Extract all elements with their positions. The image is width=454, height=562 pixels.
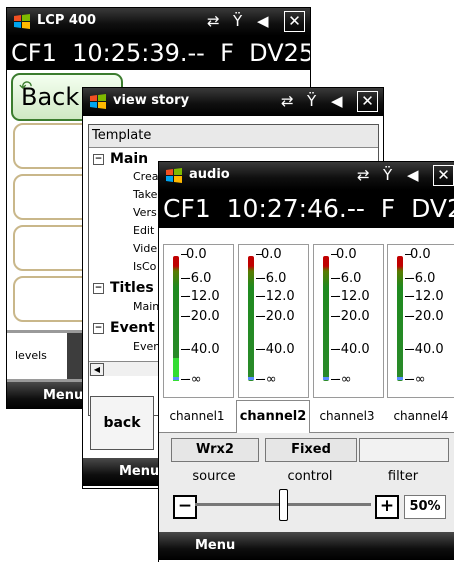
connectivity-icon[interactable]: ⇄ — [281, 92, 294, 110]
channel-tabs: channel1 channel2 channel3 channel4 — [159, 400, 454, 434]
tab-channel3[interactable]: channel3 — [311, 400, 383, 432]
source-label: source — [192, 469, 236, 484]
meter-scale-label: -12.0 — [410, 289, 444, 304]
volume-muted-icon[interactable]: ◀ — [331, 92, 343, 110]
tree-leaf[interactable]: Crea — [133, 170, 158, 183]
connectivity-icon[interactable]: ⇄ — [357, 166, 370, 184]
meter-scale-label: 0.0 — [336, 247, 357, 262]
menu-button[interactable]: Menu — [195, 538, 235, 553]
meter-scale-label: -6.0 — [410, 271, 436, 286]
menu-bar: Menu — [159, 532, 454, 560]
meter-bar — [248, 256, 254, 381]
tree-leaf[interactable]: IsCo — [133, 260, 156, 273]
titlebar: audio ⇄ Ÿ ◀ ✕ — [159, 162, 454, 190]
vu-meter-4: 0.0 -6.0 -12.0 -20.0 -40.0 -∞ — [387, 244, 454, 398]
vu-meter-3: 0.0 -6.0 -12.0 -20.0 -40.0 -∞ — [313, 244, 384, 398]
meter-scale-label: 0.0 — [410, 247, 431, 262]
window-title: LCP 400 — [37, 13, 97, 28]
meter-scale-label: -6.0 — [336, 271, 362, 286]
meter-scale-label: -20.0 — [410, 309, 444, 324]
signal-off-icon[interactable]: Ÿ — [383, 166, 392, 184]
slider-percent: 50% — [404, 495, 446, 519]
collapse-icon[interactable]: − — [93, 283, 104, 294]
close-icon[interactable]: ✕ — [433, 165, 454, 186]
meter-scale-label: -20.0 — [261, 309, 295, 324]
windows-logo-icon — [90, 94, 106, 109]
tree-leaf[interactable]: Even — [133, 340, 160, 353]
back-arrow-icon: ↶ — [19, 77, 33, 96]
control-label: control — [287, 469, 333, 484]
meter-scale-label: -12.0 — [261, 289, 295, 304]
meter-bar — [397, 256, 403, 381]
close-icon[interactable]: ✕ — [284, 11, 305, 32]
back-button[interactable]: back — [90, 396, 154, 450]
tree-group-main[interactable]: − Main — [93, 151, 148, 167]
tree-leaf[interactable]: Edit — [133, 224, 154, 237]
status-line: CF1 10:25:39.-- F DV25 — [7, 36, 310, 70]
level-slider[interactable]: − + — [173, 489, 399, 521]
tree-group-event[interactable]: − Event — [93, 320, 155, 336]
meter-floor-mark — [248, 377, 254, 380]
meter-scale-label: -20.0 — [186, 309, 220, 324]
meter-floor-mark — [173, 377, 179, 380]
close-icon[interactable]: ✕ — [357, 91, 378, 112]
meter-scale-label: -6.0 — [186, 271, 212, 286]
status-line: CF1 10:27:46.-- F DV25 — [159, 190, 454, 228]
source-select[interactable]: Wrx2 — [171, 438, 259, 462]
signal-off-icon[interactable]: Ÿ — [233, 12, 242, 30]
collapse-icon[interactable]: − — [93, 323, 104, 334]
meter-scale-label: -20.0 — [336, 309, 370, 324]
meter-scale-label: -∞ — [410, 372, 426, 387]
vu-meter-1: 0.0 -6.0 -12.0 -20.0 -40.0 -∞ — [163, 244, 234, 398]
tree-leaf[interactable]: Vide — [133, 242, 157, 255]
tab-levels[interactable]: levels — [7, 333, 74, 379]
tree-leaf[interactable]: Vers — [133, 206, 157, 219]
tree-leaf[interactable]: Take — [133, 188, 157, 201]
meter-bar — [323, 256, 329, 381]
meter-scale-label: -∞ — [336, 372, 352, 387]
meter-scale-label: -6.0 — [261, 271, 287, 286]
meter-scale-label: -40.0 — [336, 342, 370, 357]
decrease-button[interactable]: − — [173, 495, 197, 519]
titlebar: view story ⇄ Ÿ ◀ ✕ — [83, 88, 383, 116]
increase-button[interactable]: + — [375, 495, 399, 519]
scroll-left-icon[interactable]: ◀ — [90, 363, 104, 376]
template-header: Template — [89, 125, 378, 148]
meter-scale-label: 0.0 — [261, 247, 282, 262]
menu-button[interactable]: Menu — [43, 388, 83, 403]
channel-panel: Wrx2 Fixed source control filter − + 50% — [159, 433, 454, 541]
volume-muted-icon[interactable]: ◀ — [257, 12, 269, 30]
control-select[interactable]: Fixed — [265, 438, 357, 462]
meter-floor-mark — [397, 377, 403, 380]
window-title: view story — [113, 93, 190, 108]
volume-muted-icon[interactable]: ◀ — [407, 166, 419, 184]
meter-scale-label: -12.0 — [186, 289, 220, 304]
windows-logo-icon — [166, 168, 182, 183]
collapse-icon[interactable]: − — [93, 154, 104, 165]
titlebar: LCP 400 ⇄ Ÿ ◀ ✕ — [7, 8, 310, 36]
menu-button[interactable]: Menu — [119, 464, 159, 479]
meter-scale-label: -12.0 — [336, 289, 370, 304]
filter-label: filter — [387, 469, 419, 484]
meter-scale-label: -40.0 — [410, 342, 444, 357]
meter-scale-label: 0.0 — [186, 247, 207, 262]
meter-scale-label: -40.0 — [261, 342, 295, 357]
connectivity-icon[interactable]: ⇄ — [207, 12, 220, 30]
windows-logo-icon — [14, 14, 30, 29]
tree-leaf[interactable]: Main — [133, 300, 159, 313]
window-title: audio — [189, 167, 230, 182]
filter-select[interactable] — [359, 438, 449, 462]
tab-channel2[interactable]: channel2 — [236, 400, 310, 434]
slider-thumb[interactable] — [279, 489, 288, 521]
meter-floor-mark — [323, 377, 329, 380]
audio-window: audio ⇄ Ÿ ◀ ✕ CF1 10:27:46.-- F DV25 0.0… — [159, 162, 454, 562]
meter-scale-label: -∞ — [186, 372, 202, 387]
meter-scale-label: -40.0 — [186, 342, 220, 357]
tab-channel4[interactable]: channel4 — [385, 400, 454, 432]
tab-channel1[interactable]: channel1 — [161, 400, 233, 432]
vu-meter-2: 0.0 -6.0 -12.0 -20.0 -40.0 -∞ — [238, 244, 309, 398]
meter-scale-label: -∞ — [261, 372, 277, 387]
signal-off-icon[interactable]: Ÿ — [307, 92, 316, 110]
tree-group-titles[interactable]: − Titles — [93, 280, 154, 296]
